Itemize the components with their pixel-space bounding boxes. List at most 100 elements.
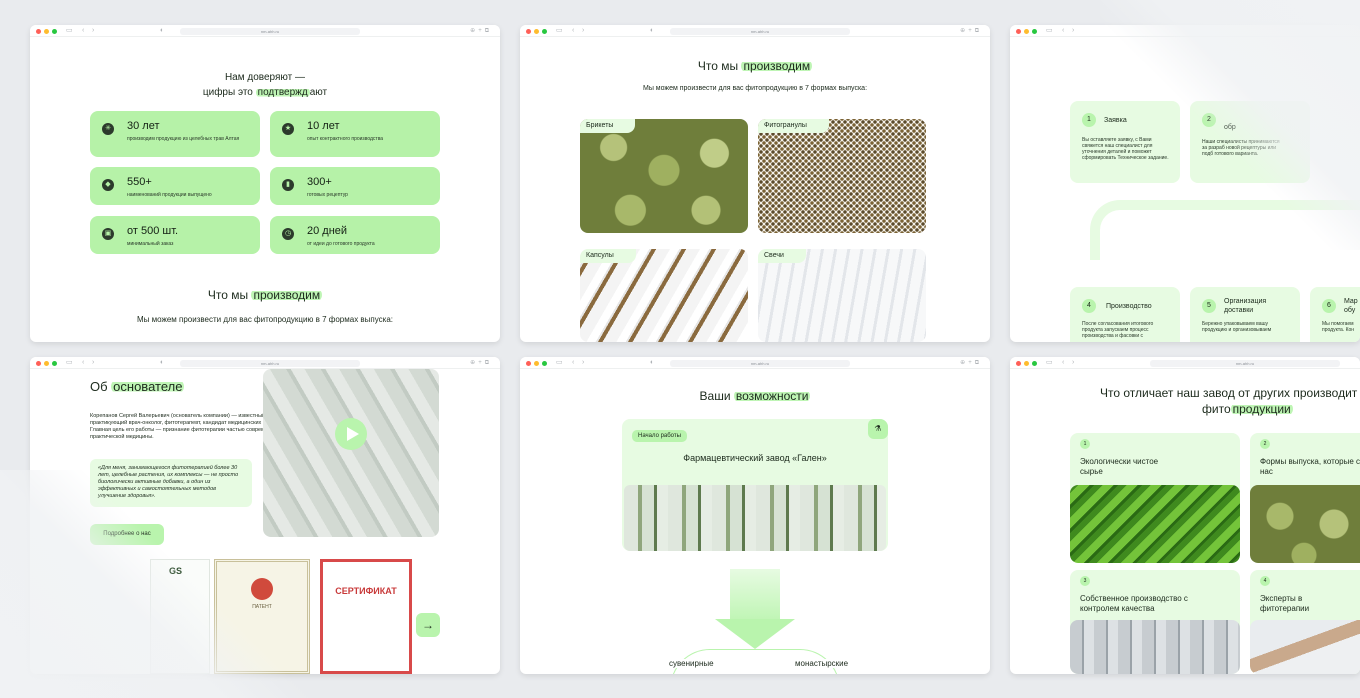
- shield-icon: ◐: [160, 27, 165, 34]
- more-about-button[interactable]: Подробнее о нас: [90, 524, 164, 545]
- back-icon[interactable]: ‹: [572, 359, 574, 367]
- back-icon[interactable]: ‹: [572, 27, 574, 35]
- step-card: 5 Организация доставки Бережно упаковыва…: [1190, 287, 1300, 342]
- browser-bar: ▭ ‹ › ◐ nm-ahh.ru ⊕+⧉: [30, 357, 500, 369]
- stat-value: 30 лет: [127, 120, 160, 132]
- forward-icon[interactable]: ›: [92, 27, 94, 35]
- forward-icon[interactable]: ›: [92, 359, 94, 367]
- stat-desc: минимальный заказ: [127, 241, 174, 247]
- star-icon: ★: [282, 123, 294, 135]
- card-image: [1250, 620, 1360, 674]
- sidebar-icon[interactable]: ▭: [1046, 359, 1053, 367]
- box-icon: ▣: [102, 228, 114, 240]
- back-icon[interactable]: ‹: [1062, 27, 1064, 35]
- advantage-card[interactable]: 1 Экологически чистое сырье: [1070, 433, 1240, 563]
- address-bar[interactable]: nm-ahh.ru: [180, 28, 360, 35]
- sidebar-icon[interactable]: ▭: [66, 27, 73, 35]
- traffic-lights[interactable]: [36, 361, 57, 366]
- shield-icon: ◐: [650, 27, 655, 34]
- forms-subtitle: Мы можем произвести для вас фитопродукци…: [642, 85, 868, 92]
- factory-card[interactable]: Начало работы ⚗ Фармацевтический завод «…: [622, 419, 888, 551]
- shield-icon: ◐: [160, 359, 165, 366]
- address-bar[interactable]: nm-ahh.ru: [670, 360, 850, 367]
- sidebar-icon[interactable]: ▭: [556, 27, 563, 35]
- browser-bar: ▭ ‹ › nm-ahh.ru: [1010, 357, 1360, 369]
- back-icon[interactable]: ‹: [82, 359, 84, 367]
- card-number: 1: [1080, 439, 1090, 449]
- certificate-doc[interactable]: GS: [150, 559, 210, 674]
- card-title: Собственное производство с контролем кач…: [1080, 594, 1188, 613]
- traffic-lights[interactable]: [526, 29, 547, 34]
- address-bar[interactable]: nm-ahh.ru: [1150, 360, 1340, 367]
- next-doc-button[interactable]: →: [416, 613, 440, 637]
- advantage-card[interactable]: 4 Эксперты в фитотерапии: [1250, 570, 1360, 674]
- stat-desc: производим продукцию из целебных трав Ал…: [127, 136, 240, 142]
- toolbar-icons[interactable]: ⊕+⧉: [960, 27, 982, 35]
- card-image: [1070, 620, 1240, 674]
- step-number: 2: [1202, 113, 1216, 127]
- traffic-lights[interactable]: [1016, 361, 1037, 366]
- form-label: Свечи: [758, 249, 806, 263]
- toolbar-icons[interactable]: ⊕+⧉: [470, 27, 492, 35]
- forward-icon[interactable]: ›: [1072, 27, 1074, 35]
- stat-card: ✳ 30 лет производим продукцию из целебны…: [90, 111, 260, 157]
- card-title: Формы выпуска, которые с нас: [1260, 457, 1360, 476]
- stat-desc: наименований продукции выпущено: [127, 192, 212, 198]
- form-label: Фитогранулы: [758, 119, 829, 133]
- step-title: Заявка: [1104, 117, 1127, 124]
- step-number: 4: [1082, 299, 1096, 313]
- founder-video[interactable]: [263, 369, 439, 537]
- stat-value: 20 дней: [307, 225, 348, 237]
- traffic-lights[interactable]: [526, 361, 547, 366]
- stat-desc: готовых рецептур: [307, 192, 348, 198]
- toolbar-icons[interactable]: ⊕+⧉: [470, 359, 492, 367]
- opportunities-title: Ваши возможности: [699, 389, 811, 403]
- card-title: Экологически чистое сырье: [1080, 457, 1159, 476]
- patent-seal: [251, 578, 273, 600]
- back-icon[interactable]: ‹: [1062, 359, 1064, 367]
- forward-icon[interactable]: ›: [582, 359, 584, 367]
- certificate-card[interactable]: СЕРТИФИКАТ: [320, 559, 412, 674]
- branch-souvenir[interactable]: сувенирные: [666, 659, 717, 668]
- traffic-lights[interactable]: [1016, 29, 1037, 34]
- address-bar[interactable]: nm-ahh.ru: [670, 28, 850, 35]
- form-label: Капсулы: [580, 249, 636, 263]
- branch-monastery[interactable]: монастырские: [792, 659, 852, 668]
- stat-value: 300+: [307, 176, 332, 188]
- form-tile-suppositories[interactable]: Свечи: [758, 249, 926, 342]
- advantage-card[interactable]: 2 Формы выпуска, которые с нас: [1250, 433, 1360, 563]
- address-bar[interactable]: nm-ahh.ru: [180, 360, 360, 367]
- leaf-icon: ✳: [102, 123, 114, 135]
- traffic-lights[interactable]: [36, 29, 57, 34]
- patent-doc[interactable]: ПАТЕНТ: [214, 559, 310, 674]
- step-card: 4 Производство После согласования итогов…: [1070, 287, 1180, 342]
- factory-icon-button[interactable]: ⚗: [868, 419, 888, 439]
- toolbar-icons[interactable]: ⊕+⧉: [960, 359, 982, 367]
- forms-title: Что мы производим: [697, 59, 813, 73]
- step-card: 2 обр Наши специалисты принимаются за ра…: [1190, 101, 1310, 183]
- step-number: 5: [1202, 299, 1216, 313]
- step-desc: Наши специалисты принимаются за разраб н…: [1202, 139, 1280, 157]
- card-image: [1250, 485, 1360, 563]
- form-tile-briquettes[interactable]: Брикеты: [580, 119, 748, 233]
- form-tile-capsules[interactable]: Капсулы: [580, 249, 748, 342]
- window-forms: ▭ ‹ › ◐ nm-ahh.ru ⊕+⧉ Что мы производим …: [520, 25, 990, 342]
- stat-value: от 500 шт.: [127, 225, 179, 237]
- sidebar-icon[interactable]: ▭: [556, 359, 563, 367]
- play-button[interactable]: [335, 418, 367, 450]
- process-path: [1090, 200, 1360, 260]
- advantage-card[interactable]: 3 Собственное производство с контролем к…: [1070, 570, 1240, 674]
- form-tile-granules[interactable]: Фитогранулы: [758, 119, 926, 233]
- stat-value: 10 лет: [307, 120, 340, 132]
- browser-bar: ▭ ‹ › ◐ nm-ahh.ru ⊕+⧉: [30, 25, 500, 37]
- forward-icon[interactable]: ›: [1072, 359, 1074, 367]
- back-icon[interactable]: ‹: [82, 27, 84, 35]
- advantages-title: Что отличает наш завод от других произво…: [1100, 386, 1358, 416]
- sidebar-icon[interactable]: ▭: [66, 359, 73, 367]
- forward-icon[interactable]: ›: [582, 27, 584, 35]
- step-desc: Бережно упаковываем вашу продукцию и орг…: [1202, 321, 1272, 333]
- shield-icon: ◐: [650, 359, 655, 366]
- founder-quote: «Для меня, занимающегося фитотерапией бо…: [90, 459, 252, 507]
- factory-name: Фармацевтический завод «Гален»: [683, 453, 827, 463]
- sidebar-icon[interactable]: ▭: [1046, 27, 1053, 35]
